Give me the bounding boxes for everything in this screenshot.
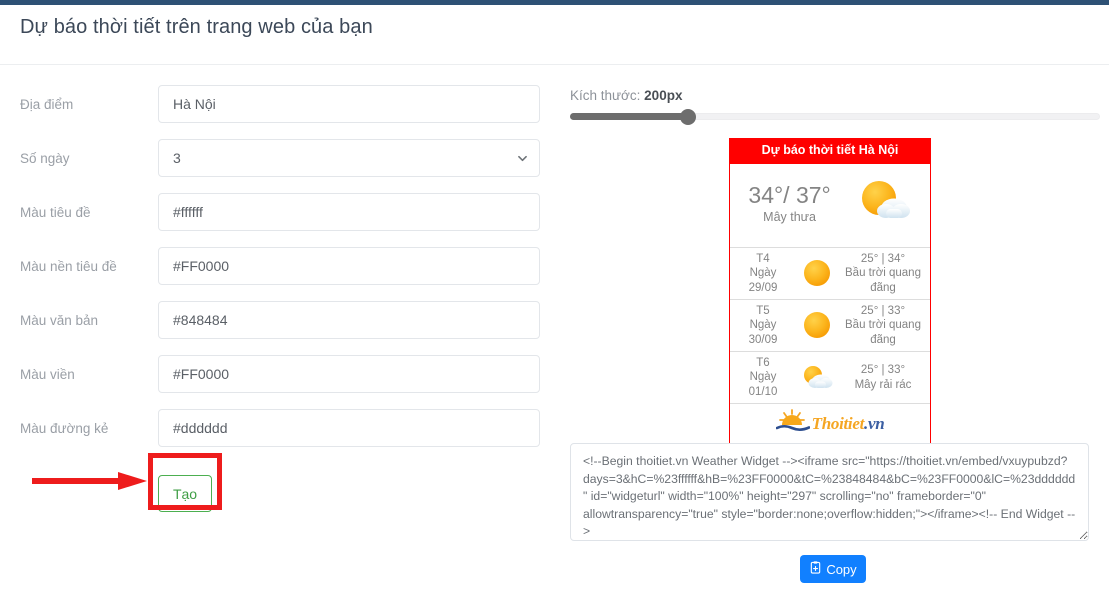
forecast-description: Bầu trời quang đãng — [845, 319, 921, 346]
label-header-bg-color: Màu nền tiêu đề — [20, 259, 117, 274]
form-row-header-color: Màu tiêu đề — [0, 193, 560, 247]
copy-button[interactable]: Copy — [800, 555, 866, 583]
forecast-date: 29/09 — [748, 281, 778, 294]
widget-brand-footer: Thoitiet.vn — [730, 404, 930, 444]
form-row-text-color: Màu văn bản — [0, 301, 560, 355]
forecast-info-block: 25° | 34° Bầu trời quang đãng — [840, 252, 928, 295]
size-value: 200px — [644, 88, 683, 103]
forecast-info-block: 25° | 33° Bầu trời quang đãng — [840, 304, 928, 347]
label-line-color: Màu đường kẻ — [20, 421, 109, 436]
current-description: Mây thưa — [763, 209, 816, 224]
border-color-input[interactable] — [158, 355, 540, 393]
brand-name: Thoitiet.vn — [812, 414, 885, 434]
forecast-date-block: T4 Ngày 29/09 — [732, 252, 794, 295]
page-title: Dự báo thời tiết trên trang web của bạn — [20, 16, 373, 38]
forecast-date-prefix: Ngày — [749, 267, 777, 280]
label-days: Số ngày — [20, 151, 70, 166]
forecast-description: Bầu trời quang đãng — [845, 267, 921, 294]
forecast-date: 01/10 — [748, 385, 778, 398]
form-row-create: Tạo — [0, 463, 560, 533]
weather-widget-preview: Dự báo thời tiết Hà Nội 34°/ 37° Mây thư… — [729, 138, 931, 446]
sunrise-over-water-icon — [775, 409, 810, 438]
forecast-date: 30/09 — [748, 333, 778, 346]
header-bg-color-input[interactable] — [158, 247, 540, 285]
forecast-temps: 25° | 34° — [860, 252, 906, 265]
forecast-date-prefix: Ngày — [749, 371, 777, 384]
form-row-days: Số ngày 3 — [0, 139, 560, 193]
label-text-color: Màu văn bản — [20, 313, 99, 328]
create-button[interactable]: Tạo — [158, 475, 212, 512]
copy-button-label: Copy — [826, 561, 857, 577]
form-row-location: Địa điểm — [0, 85, 560, 139]
slider-thumb[interactable] — [680, 109, 696, 125]
brand-logo: Thoitiet.vn — [775, 409, 885, 438]
label-header-color: Màu tiêu đề — [20, 205, 91, 220]
forecast-date-block: T6 Ngày 01/10 — [732, 356, 794, 399]
sun-behind-cloud-icon — [856, 176, 912, 231]
forecast-date-block: T5 Ngày 30/09 — [732, 304, 794, 347]
current-temps-block: 34°/ 37° Mây thưa — [748, 181, 831, 224]
embed-code-textarea[interactable] — [570, 443, 1089, 541]
forecast-weekday: T6 — [756, 357, 770, 369]
form-row-header-bg-color: Màu nền tiêu đề — [0, 247, 560, 301]
forecast-weekday: T5 — [756, 304, 770, 317]
size-label-prefix: Kích thước: — [570, 88, 645, 103]
forecast-weekday: T4 — [756, 252, 770, 265]
form-row-border-color: Màu viền — [0, 355, 560, 409]
text-color-input[interactable] — [158, 301, 540, 339]
sun-icon — [794, 258, 840, 288]
label-location: Địa điểm — [20, 97, 74, 112]
preview-panel: Kích thước: 200px Dự báo thời tiết Hà Nộ… — [560, 0, 1109, 601]
forecast-description: Mây rải rác — [854, 378, 912, 391]
forecast-row: T6 Ngày 01/10 25° | 33° Mây rải rác — [730, 352, 930, 405]
brand-tld: .vn — [864, 413, 885, 433]
clipboard-icon — [809, 561, 822, 577]
current-temperature: 34°/ 37° — [748, 181, 831, 208]
forecast-info-block: 25° | 33° Mây rải rác — [840, 363, 928, 392]
widget-header-title: Dự báo thời tiết Hà Nội — [730, 139, 930, 164]
sun-behind-cloud-icon — [794, 364, 840, 392]
forecast-row: T4 Ngày 29/09 25° | 34° Bầu trời quang đ… — [730, 248, 930, 300]
days-select[interactable]: 3 — [158, 139, 540, 177]
slider-fill — [570, 113, 688, 120]
forecast-temps: 25° | 33° — [860, 304, 906, 317]
brand-name-text: Thoitiet — [811, 413, 865, 433]
size-label: Kích thước: 200px — [570, 88, 682, 103]
forecast-temps: 25° | 33° — [860, 364, 906, 377]
line-color-input[interactable] — [158, 409, 540, 447]
widget-settings-form: Địa điểm Số ngày 3 Màu tiêu đề Màu nền t… — [0, 85, 560, 533]
days-select-wrap: 3 — [158, 139, 540, 177]
forecast-date-prefix: Ngày — [749, 319, 777, 332]
header-color-input[interactable] — [158, 193, 540, 231]
sun-icon — [794, 310, 840, 340]
size-slider[interactable] — [570, 108, 1100, 125]
form-row-line-color: Màu đường kẻ — [0, 409, 560, 463]
widget-current-conditions: 34°/ 37° Mây thưa — [730, 164, 930, 248]
location-input[interactable] — [158, 85, 540, 123]
label-border-color: Màu viền — [20, 367, 75, 382]
forecast-row: T5 Ngày 30/09 25° | 33° Bầu trời quang đ… — [730, 300, 930, 352]
